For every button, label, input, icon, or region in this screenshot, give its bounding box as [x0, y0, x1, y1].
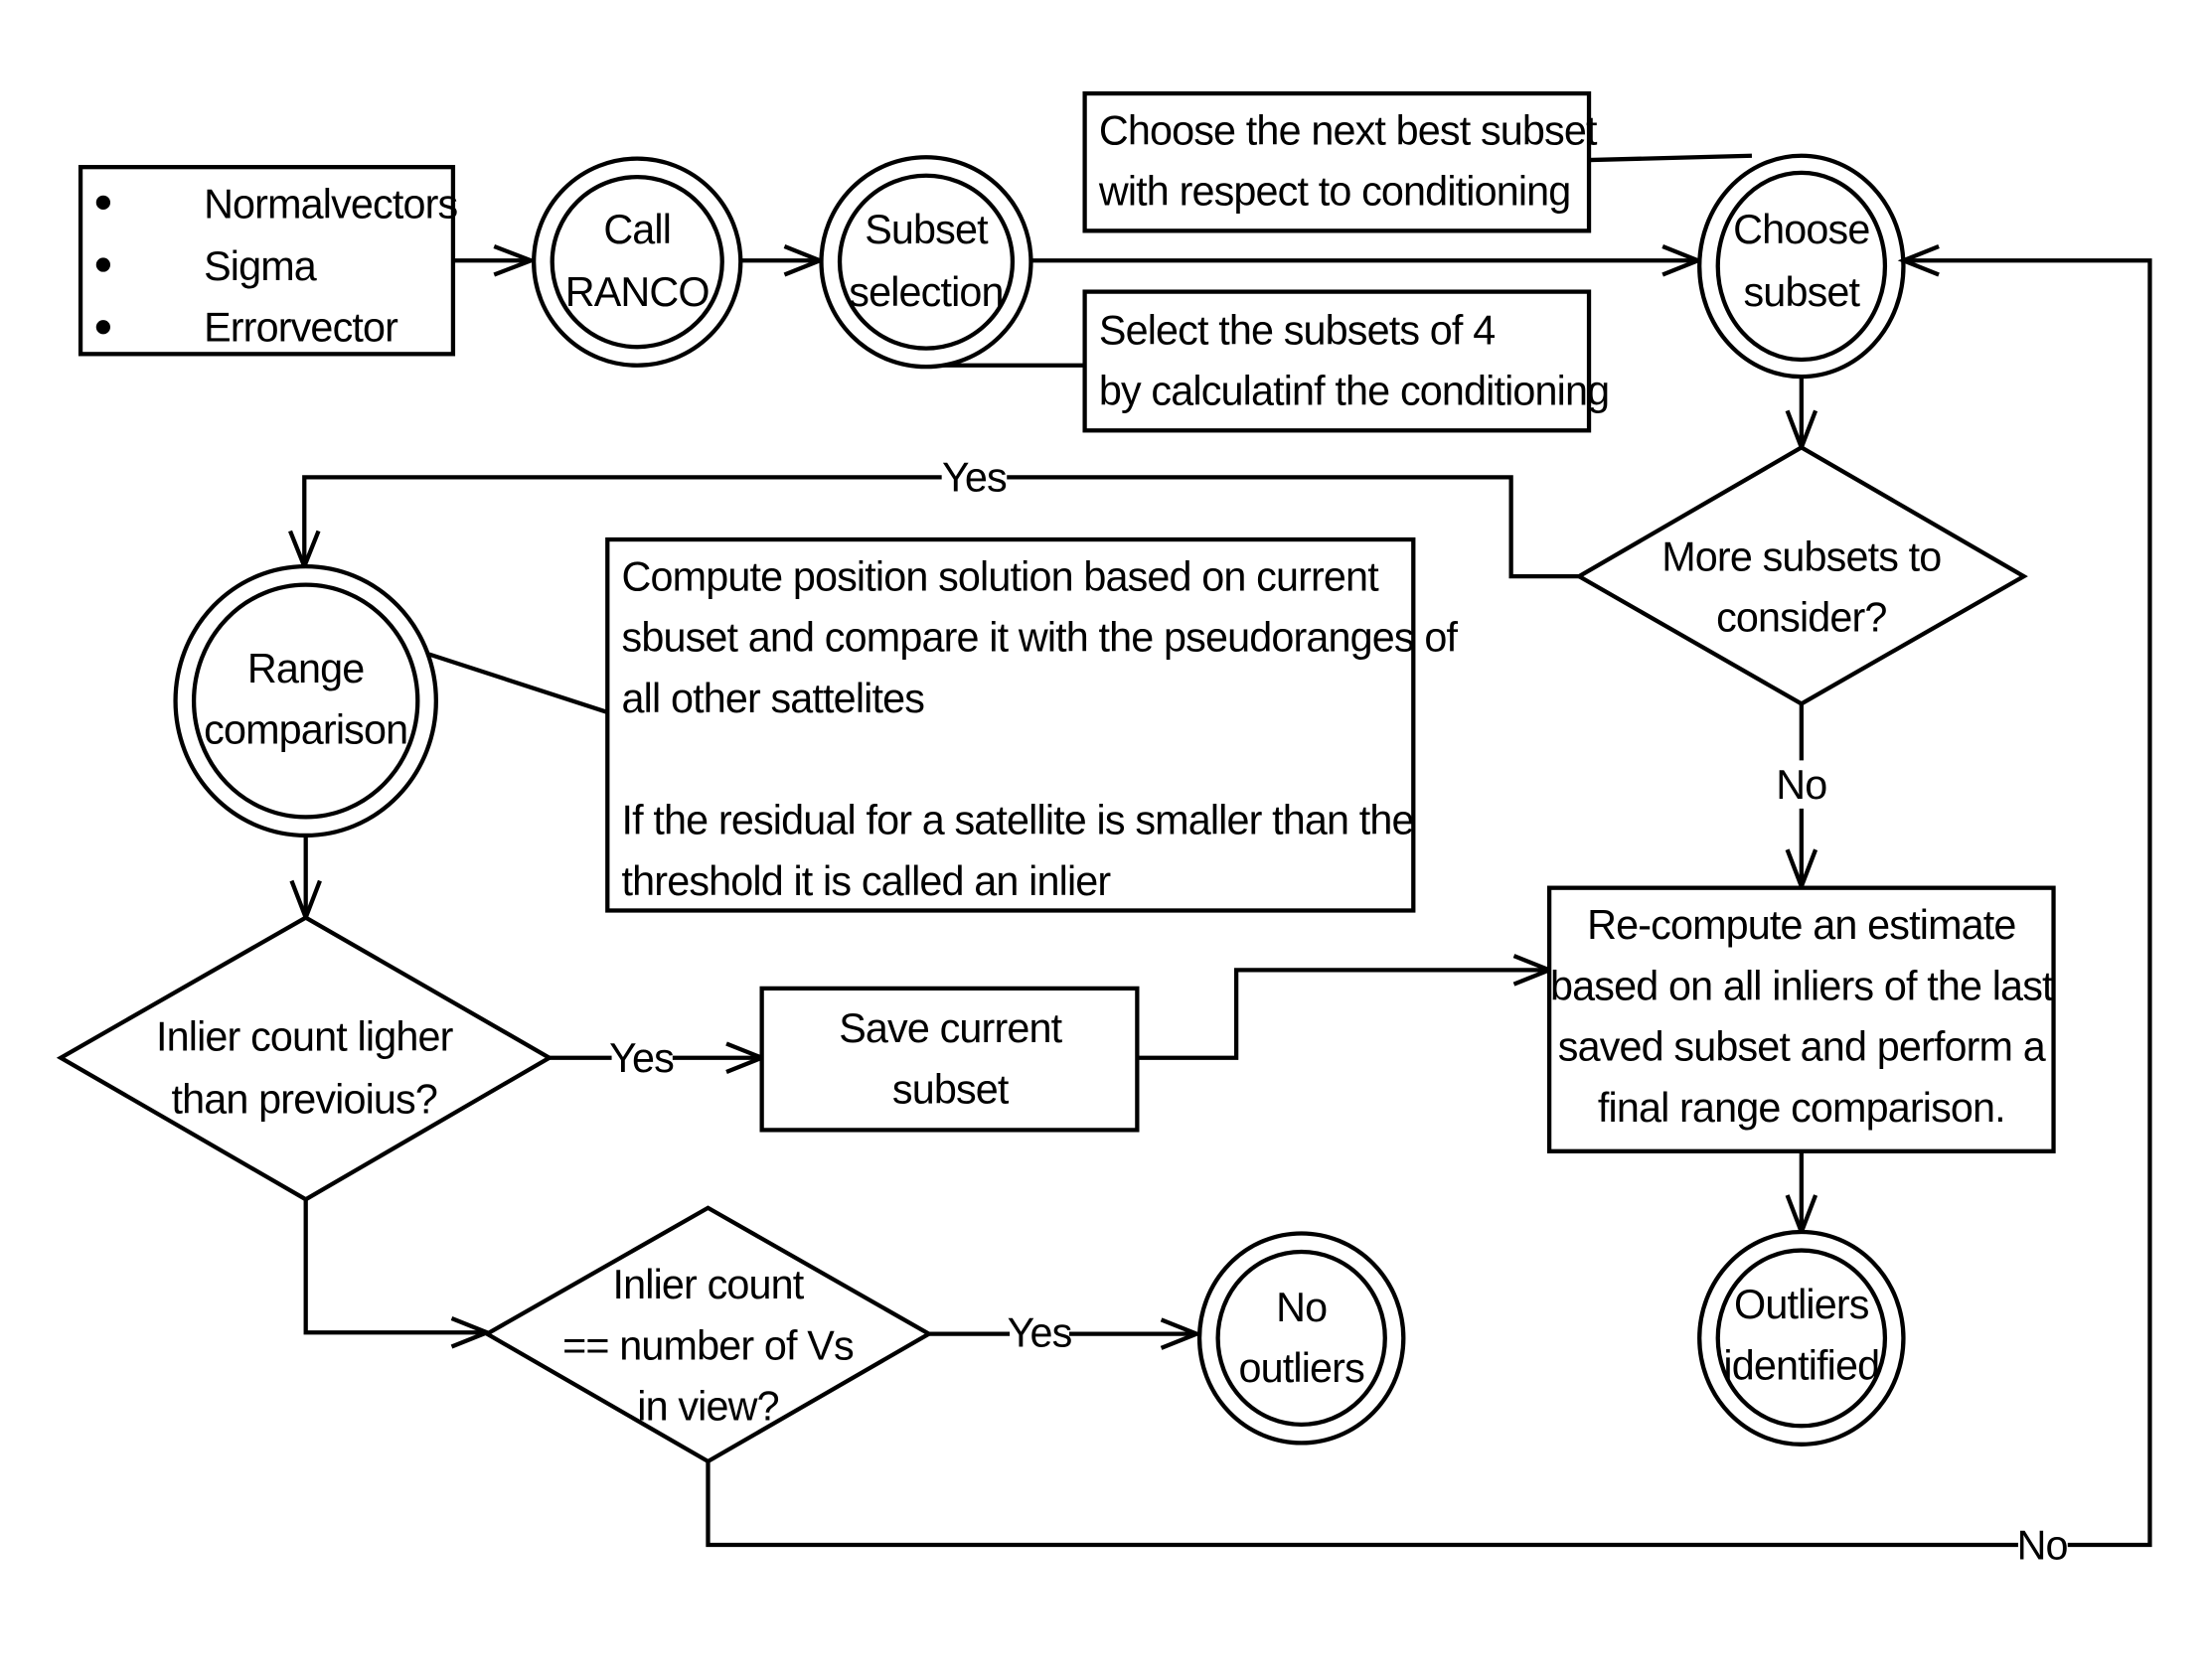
edge-save-to-recompute	[1137, 954, 1555, 1060]
recompute-label-4: final range comparison.	[1598, 1085, 2005, 1131]
note-compute-line-5: If the residual for a satellite is small…	[622, 798, 1414, 843]
edge-range-to-inlier-higher	[289, 835, 322, 924]
more-subsets-label-2: consider?	[1716, 595, 1886, 641]
node-no-outliers: No outliers	[1196, 1231, 1406, 1446]
input-item-sigma: Sigma	[204, 243, 317, 289]
node-range-comparison: Range comparison	[173, 563, 438, 839]
inlier-equal-label-2: == number of Vs	[562, 1322, 854, 1368]
input-box: Normalvectors Sigma Errorvector	[78, 165, 458, 357]
edge-label-more-no: No	[1776, 762, 1826, 808]
edge-label-more-yes: Yes	[942, 455, 1007, 501]
choose-subset-label-1: Choose	[1733, 207, 1869, 252]
edge-choose-subset-to-more-subsets	[1785, 377, 1818, 454]
outliers-identified-label-2: identified	[1723, 1342, 1879, 1388]
call-ranco-label-1: Call	[603, 207, 671, 252]
no-outliers-label-2: outliers	[1238, 1345, 1364, 1391]
range-comparison-label-2: comparison	[204, 706, 407, 752]
node-choose-subset: Choose subset	[1697, 153, 1906, 380]
more-subsets-label-1: More subsets to	[1661, 534, 1941, 579]
edge-label-higher-yes: Yes	[609, 1035, 674, 1081]
bullet-icon	[95, 257, 111, 272]
node-recompute-estimate: Re-compute an estimate based on all inli…	[1546, 885, 2056, 1153]
note-select-subsets-line-1: Select the subsets of 4	[1099, 307, 1495, 353]
save-subset-label-1: Save current	[839, 1005, 1062, 1051]
note-next-best-line-2: with respect to conditioning	[1098, 169, 1571, 215]
no-outliers-label-1: No	[1276, 1285, 1327, 1330]
edge-label-equal-no: No	[2017, 1522, 2068, 1568]
node-outliers-identified: Outliers identified	[1697, 1229, 1906, 1447]
node-subset-selection: Subset selection	[819, 155, 1033, 370]
edge-subset-selection-to-choose-subset	[1030, 244, 1704, 277]
note-next-best-line-1: Choose the next best subset	[1099, 107, 1598, 153]
edge-input-to-call-ranco	[452, 244, 538, 277]
note-next-best-subset: Choose the next best subset with respect…	[1082, 90, 1599, 233]
inlier-higher-label-1: Inlier count ligher	[156, 1014, 454, 1060]
decision-more-subsets: More subsets to consider?	[1574, 444, 2028, 706]
input-item-errorvector: Errorvector	[204, 305, 398, 351]
inlier-higher-label-2: than previoius?	[172, 1076, 437, 1122]
subset-selection-label-2: selection	[849, 269, 1003, 315]
edge-inlier-higher-to-inlier-equal	[303, 1199, 493, 1349]
note-compute-line-2: sbuset and compare it with the pseudoran…	[622, 615, 1459, 661]
edge-label-equal-yes: Yes	[1008, 1309, 1072, 1355]
inlier-equal-label-3: in view?	[637, 1384, 778, 1430]
note-connector	[1588, 153, 1753, 163]
bullet-icon	[95, 320, 111, 335]
recompute-label-2: based on all inliers of the last	[1550, 963, 2054, 1008]
note-compute-position: Compute position solution based on curre…	[605, 536, 1459, 913]
note-compute-line-1: Compute position solution based on curre…	[622, 553, 1380, 599]
recompute-label-1: Re-compute an estimate	[1587, 902, 2015, 948]
save-subset-label-2: subset	[892, 1066, 1010, 1112]
note-select-subsets: Select the subsets of 4 by calculatinf t…	[1082, 289, 1610, 433]
note-connector	[428, 652, 608, 714]
edge-more-subsets-no: No	[1776, 703, 1827, 893]
call-ranco-label-2: RANCO	[565, 269, 710, 315]
inlier-equal-label-1: Inlier count	[613, 1262, 805, 1307]
note-compute-line-6: threshold it is called an inlier	[622, 858, 1112, 904]
input-item-normalvectors: Normalvectors	[204, 181, 457, 227]
bullet-icon	[95, 195, 111, 210]
decision-inlier-higher: Inlier count ligher than previoius?	[56, 915, 554, 1202]
outliers-identified-label-1: Outliers	[1734, 1282, 1869, 1327]
note-compute-line-3: all other sattelites	[622, 676, 925, 721]
subset-selection-label-1: Subset	[865, 207, 989, 252]
note-select-subsets-line-2: by calculatinf the conditioning	[1099, 369, 1609, 414]
node-call-ranco: Call RANCO	[532, 156, 743, 368]
edge-recompute-to-outliers	[1785, 1150, 1818, 1238]
edge-inlier-equal-yes: Yes	[928, 1309, 1202, 1355]
recompute-label-3: saved subset and perform a	[1558, 1024, 2046, 1070]
node-save-current-subset: Save current subset	[759, 986, 1140, 1133]
choose-subset-label-2: subset	[1744, 269, 1861, 315]
decision-inlier-equal: Inlier count == number of Vs in view?	[482, 1205, 934, 1464]
edge-call-ranco-to-subset-selection	[740, 244, 826, 277]
range-comparison-label-1: Range	[247, 646, 365, 691]
flowchart-canvas: Normalvectors Sigma Errorvector Call RAN…	[56, 90, 2152, 1568]
edge-inlier-higher-yes: Yes	[549, 1035, 768, 1081]
